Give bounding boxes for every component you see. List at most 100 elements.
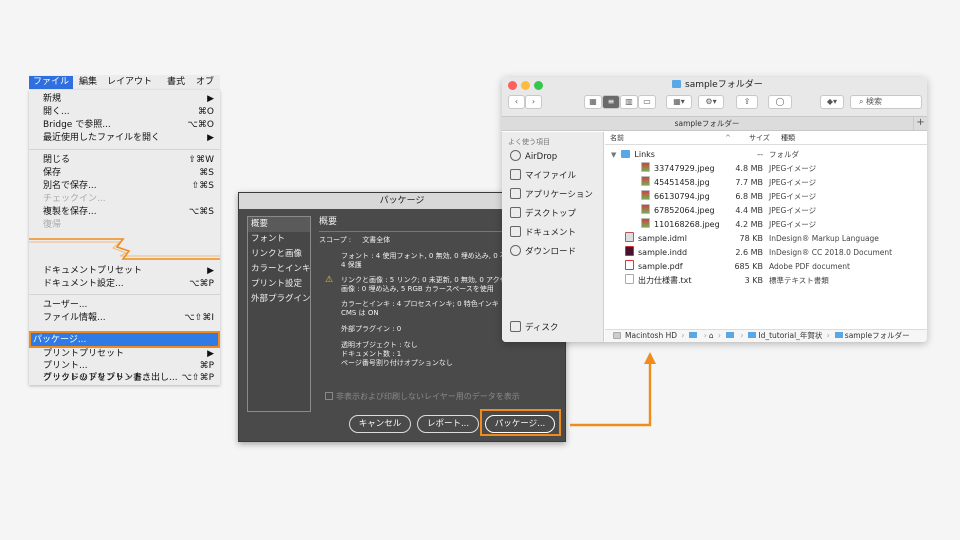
- share-button[interactable]: ⇪: [736, 95, 758, 109]
- jpeg-icon: [641, 204, 650, 214]
- menu-item-recent[interactable]: 最近使用したファイルを開く ▶: [43, 132, 214, 144]
- chevron-right-icon: ›: [717, 331, 721, 340]
- list-item[interactable]: sample.indd 2.6 MB InDesign® CC 2018.0 Do…: [605, 246, 927, 260]
- list-item[interactable]: 33747929.jpeg 4.8 MB JPEGイメージ: [605, 162, 927, 176]
- chevron-right-icon: ›: [703, 331, 707, 340]
- dialog-tab-fonts[interactable]: フォント: [248, 232, 310, 247]
- menu-edit[interactable]: 編集: [79, 76, 97, 89]
- home-icon[interactable]: ⌂: [709, 331, 714, 340]
- text-file-icon: [625, 274, 634, 284]
- menu-object[interactable]: オブ: [196, 76, 214, 89]
- list-item[interactable]: sample.pdf 685 KB Adobe PDF document: [605, 260, 927, 274]
- dialog-tab-colors[interactable]: カラーとインキ: [248, 262, 311, 277]
- list-item[interactable]: sample.idml 78 KB InDesign® Markup Langua…: [605, 232, 927, 246]
- dialog-tab-plugins[interactable]: 外部プラグイン: [248, 292, 311, 307]
- column-name[interactable]: 名前: [610, 132, 624, 145]
- sidebar-item-myfiles[interactable]: マイファイル: [510, 169, 576, 181]
- menu-item-print-preset[interactable]: プリントプリセット ▶: [43, 348, 214, 360]
- menu-file[interactable]: ファイル: [29, 76, 74, 89]
- file-menu-panel: 新規 ▶ 開く... ⌘O Bridge で参照... ⌥⌘O 最近使用したファイルを…: [29, 90, 220, 385]
- dialog-sidebar: 概要 フォント リンクと画像 カラーとインキ プリント設定 外部プラグイン: [247, 216, 311, 412]
- dialog-tab-summary[interactable]: 概要: [248, 217, 310, 232]
- list-view-button[interactable]: ≡: [602, 95, 620, 109]
- transparency-summary: 透明オブジェクト : なし: [341, 341, 418, 349]
- zoom-window-button[interactable]: [534, 81, 543, 90]
- jpeg-icon: [641, 176, 650, 186]
- menu-item-revert: 復帰: [43, 220, 62, 230]
- warning-icon: ⚠: [325, 275, 334, 285]
- menu-separator: [29, 294, 220, 295]
- cancel-button[interactable]: キャンセル: [349, 415, 411, 433]
- sidebar-item-applications[interactable]: アプリケーション: [510, 188, 593, 200]
- gallery-view-button[interactable]: ▭: [638, 95, 656, 109]
- disclosure-triangle-icon[interactable]: ▼: [611, 149, 616, 163]
- search-input[interactable]: ⌕ 検索: [850, 95, 922, 109]
- finder-tab-bar: sampleフォルダー +: [502, 117, 927, 131]
- file-menu: ファイル 編集 レイアウト 書式 オブ 新規 ▶ 開く... ⌘O Bridge で…: [29, 75, 220, 385]
- gear-icon[interactable]: ⚙▾: [698, 95, 724, 109]
- sidebar-item-documents[interactable]: ドキュメント: [510, 226, 576, 238]
- path-item-disk[interactable]: Macintosh HD: [625, 331, 677, 340]
- menu-item-close[interactable]: 閉じる ⇧⌘W: [43, 154, 214, 166]
- column-kind[interactable]: 種類: [781, 132, 795, 145]
- chevron-right-icon: ›: [826, 331, 830, 340]
- dialog-tab-print[interactable]: プリント設定: [248, 277, 310, 292]
- menu-item-print[interactable]: プリント... ⌘P: [43, 360, 214, 372]
- chevron-right-icon: ›: [681, 331, 685, 340]
- folder-icon: [725, 332, 734, 338]
- column-view-button[interactable]: ▥: [620, 95, 638, 109]
- close-window-button[interactable]: [508, 81, 517, 90]
- downloads-icon: [510, 245, 521, 256]
- menu-item-user[interactable]: ユーザー...: [43, 299, 214, 311]
- menu-item-grid-print[interactable]: グリッドのプリント・書き出し... ⌥⇧⌘P: [43, 372, 214, 384]
- sidebar-item-desktop[interactable]: デスクトップ: [510, 207, 576, 219]
- list-header: 名前 ^ サイズ 種類: [605, 132, 927, 145]
- hidden-layers-checkbox[interactable]: 非表示および印刷しないレイヤー用のデータを表示: [325, 391, 520, 403]
- menu-item-bridge[interactable]: Bridge で参照... ⌥⌘O: [43, 119, 214, 131]
- list-item[interactable]: 110168268.jpeg 4.2 MB JPEGイメージ: [605, 218, 927, 232]
- path-item-tutorial[interactable]: Id_tutorial_年賀状: [758, 331, 822, 340]
- dialog-tab-links[interactable]: リンクと画像: [248, 247, 310, 262]
- group-menu-button[interactable]: ▦▾: [666, 95, 692, 109]
- sidebar-item-downloads[interactable]: ダウンロード: [510, 245, 576, 257]
- list-item[interactable]: 45451458.jpg 7.7 MB JPEGイメージ: [605, 176, 927, 190]
- list-item[interactable]: 出力仕様書.txt 3 KB 標準テキスト書類: [605, 274, 927, 288]
- hard-disk-icon: [613, 332, 621, 339]
- menu-item-doc-setup[interactable]: ドキュメント設定... ⌥⌘P: [43, 278, 214, 290]
- tag-button[interactable]: ◯: [768, 95, 792, 109]
- list-item[interactable]: 67852064.jpeg 4.4 MB JPEGイメージ: [605, 204, 927, 218]
- forward-button[interactable]: ›: [525, 95, 542, 109]
- folder-icon: [689, 332, 698, 338]
- icon-view-button[interactable]: ▦: [584, 95, 602, 109]
- checkbox-box[interactable]: [325, 392, 333, 400]
- menu-item-file-info[interactable]: ファイル情報... ⌥⇧⌘I: [43, 312, 214, 324]
- menu-item-save[interactable]: 保存 ⌘S: [43, 167, 214, 179]
- back-button[interactable]: ‹: [508, 95, 525, 109]
- menu-item-new[interactable]: 新規 ▶: [43, 93, 214, 105]
- sidebar-item-airdrop[interactable]: AirDrop: [510, 150, 557, 162]
- menu-item-open[interactable]: 開く... ⌘O: [43, 106, 214, 118]
- indd-icon: [625, 246, 634, 256]
- minimize-window-button[interactable]: [521, 81, 530, 90]
- sidebar-item-disk[interactable]: ディスク: [510, 321, 558, 333]
- report-button[interactable]: レポート...: [417, 415, 479, 433]
- menu-item-package[interactable]: パッケージ...: [29, 331, 220, 348]
- path-bar: Macintosh HD › › ⌂ › › Id_tutorial_年賀状 › sa…: [605, 329, 927, 342]
- list-item[interactable]: 66130794.jpg 6.8 MB JPEGイメージ: [605, 190, 927, 204]
- menu-item-doc-preset[interactable]: ドキュメントプリセット ▶: [43, 265, 214, 277]
- path-item-sample[interactable]: sampleフォルダー: [845, 331, 910, 340]
- column-size[interactable]: サイズ: [749, 132, 770, 145]
- chevron-right-icon: ›: [740, 331, 744, 340]
- menu-layout[interactable]: レイアウト: [107, 76, 152, 89]
- list-item[interactable]: ▼ Links -- フォルダ: [605, 148, 927, 162]
- finder-tab[interactable]: sampleフォルダー: [502, 117, 912, 130]
- search-icon: ⌕: [859, 97, 864, 106]
- dropbox-icon[interactable]: ◆▾: [820, 95, 844, 109]
- menu-item-save-as[interactable]: 別名で保存... ⇧⌘S: [43, 180, 214, 192]
- menu-item-save-copy[interactable]: 複製を保存... ⌥⌘S: [43, 206, 214, 218]
- finder-window: sampleフォルダー ‹ › ▦ ≡ ▥ ▭ ▦▾ ⚙▾ ⇪ ◯ ◆▾ ⌕ 検…: [502, 77, 927, 342]
- page-numbering: ページ番号割り付けオプションなし: [341, 359, 453, 367]
- pdf-icon: [625, 260, 634, 270]
- add-tab-button[interactable]: +: [913, 117, 927, 130]
- menu-type[interactable]: 書式: [167, 76, 185, 89]
